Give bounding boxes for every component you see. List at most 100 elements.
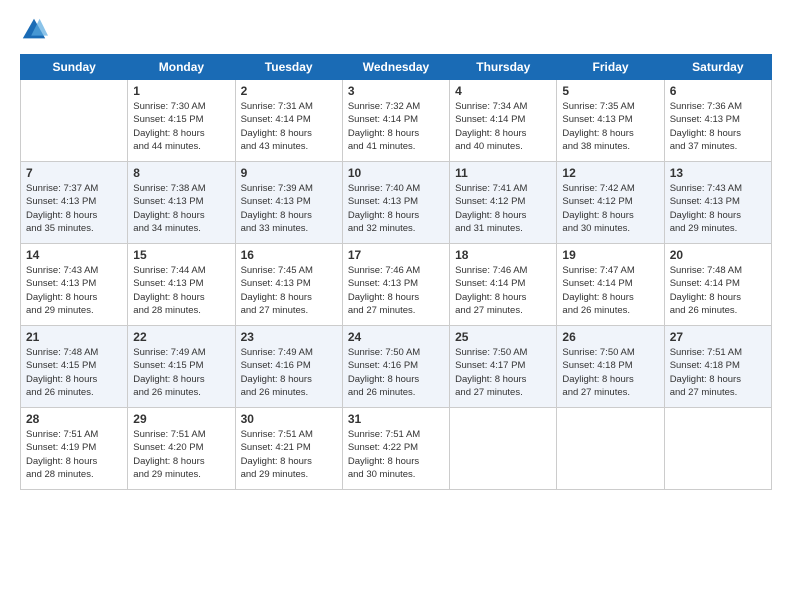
calendar-cell: 8 Sunrise: 7:38 AM Sunset: 4:13 PM Daylig… <box>128 162 235 244</box>
calendar-cell: 29 Sunrise: 7:51 AM Sunset: 4:20 PM Dayli… <box>128 408 235 490</box>
calendar-cell: 30 Sunrise: 7:51 AM Sunset: 4:21 PM Dayli… <box>235 408 342 490</box>
calendar-cell: 20Sunrise: 7:48 AM Sunset: 4:14 PM Dayli… <box>664 244 771 326</box>
calendar-cell <box>557 408 664 490</box>
logo-icon <box>20 16 48 44</box>
day-number: 30 <box>241 412 337 426</box>
day-number: 4 <box>455 84 551 98</box>
day-info: Sunrise: 7:36 AM Sunset: 4:13 PM Dayligh… <box>670 100 766 153</box>
page: SundayMondayTuesdayWednesdayThursdayFrid… <box>0 0 792 612</box>
day-info: Sunrise: 7:38 AM Sunset: 4:13 PM Dayligh… <box>133 182 229 235</box>
calendar-cell: 28 Sunrise: 7:51 AM Sunset: 4:19 PM Dayli… <box>21 408 128 490</box>
calendar-cell: 3 Sunrise: 7:32 AM Sunset: 4:14 PM Daylig… <box>342 80 449 162</box>
calendar-cell: 2 Sunrise: 7:31 AM Sunset: 4:14 PM Daylig… <box>235 80 342 162</box>
day-number: 17 <box>348 248 444 262</box>
calendar-cell <box>21 80 128 162</box>
day-number: 21 <box>26 330 122 344</box>
calendar-week-row: 7 Sunrise: 7:37 AM Sunset: 4:13 PM Daylig… <box>21 162 772 244</box>
day-info: Sunrise: 7:43 AM Sunset: 4:13 PM Dayligh… <box>26 264 122 317</box>
calendar-table: SundayMondayTuesdayWednesdayThursdayFrid… <box>20 54 772 490</box>
day-info: Sunrise: 7:49 AM Sunset: 4:15 PM Dayligh… <box>133 346 229 399</box>
day-info: Sunrise: 7:46 AM Sunset: 4:14 PM Dayligh… <box>455 264 551 317</box>
day-info: Sunrise: 7:44 AM Sunset: 4:13 PM Dayligh… <box>133 264 229 317</box>
weekday-header-tuesday: Tuesday <box>235 55 342 80</box>
day-number: 24 <box>348 330 444 344</box>
day-number: 5 <box>562 84 658 98</box>
weekday-header-monday: Monday <box>128 55 235 80</box>
day-number: 29 <box>133 412 229 426</box>
day-number: 9 <box>241 166 337 180</box>
calendar-cell: 19 Sunrise: 7:47 AM Sunset: 4:14 PM Dayli… <box>557 244 664 326</box>
day-number: 2 <box>241 84 337 98</box>
weekday-header-sunday: Sunday <box>21 55 128 80</box>
day-number: 27 <box>670 330 766 344</box>
day-info: Sunrise: 7:50 AM Sunset: 4:16 PM Dayligh… <box>348 346 444 399</box>
day-info: Sunrise: 7:40 AM Sunset: 4:13 PM Dayligh… <box>348 182 444 235</box>
calendar-cell: 21Sunrise: 7:48 AM Sunset: 4:15 PM Dayli… <box>21 326 128 408</box>
calendar-cell: 18 Sunrise: 7:46 AM Sunset: 4:14 PM Dayli… <box>450 244 557 326</box>
calendar-cell: 25 Sunrise: 7:50 AM Sunset: 4:17 PM Dayli… <box>450 326 557 408</box>
day-info: Sunrise: 7:50 AM Sunset: 4:17 PM Dayligh… <box>455 346 551 399</box>
calendar-cell: 5 Sunrise: 7:35 AM Sunset: 4:13 PM Daylig… <box>557 80 664 162</box>
day-info: Sunrise: 7:41 AM Sunset: 4:12 PM Dayligh… <box>455 182 551 235</box>
calendar-cell: 11 Sunrise: 7:41 AM Sunset: 4:12 PM Dayli… <box>450 162 557 244</box>
day-info: Sunrise: 7:51 AM Sunset: 4:21 PM Dayligh… <box>241 428 337 481</box>
calendar-cell: 14 Sunrise: 7:43 AM Sunset: 4:13 PM Dayli… <box>21 244 128 326</box>
day-info: Sunrise: 7:43 AM Sunset: 4:13 PM Dayligh… <box>670 182 766 235</box>
calendar-cell: 24 Sunrise: 7:50 AM Sunset: 4:16 PM Dayli… <box>342 326 449 408</box>
day-number: 8 <box>133 166 229 180</box>
day-number: 23 <box>241 330 337 344</box>
day-number: 15 <box>133 248 229 262</box>
day-number: 7 <box>26 166 122 180</box>
day-info: Sunrise: 7:30 AM Sunset: 4:15 PM Dayligh… <box>133 100 229 153</box>
calendar-cell: 9Sunrise: 7:39 AM Sunset: 4:13 PM Daylig… <box>235 162 342 244</box>
calendar-cell: 10 Sunrise: 7:40 AM Sunset: 4:13 PM Dayli… <box>342 162 449 244</box>
day-number: 18 <box>455 248 551 262</box>
day-info: Sunrise: 7:42 AM Sunset: 4:12 PM Dayligh… <box>562 182 658 235</box>
day-info: Sunrise: 7:51 AM Sunset: 4:20 PM Dayligh… <box>133 428 229 481</box>
day-info: Sunrise: 7:47 AM Sunset: 4:14 PM Dayligh… <box>562 264 658 317</box>
calendar-cell: 7 Sunrise: 7:37 AM Sunset: 4:13 PM Daylig… <box>21 162 128 244</box>
day-number: 22 <box>133 330 229 344</box>
day-number: 12 <box>562 166 658 180</box>
day-info: Sunrise: 7:37 AM Sunset: 4:13 PM Dayligh… <box>26 182 122 235</box>
weekday-header-wednesday: Wednesday <box>342 55 449 80</box>
day-info: Sunrise: 7:35 AM Sunset: 4:13 PM Dayligh… <box>562 100 658 153</box>
calendar-cell: 1Sunrise: 7:30 AM Sunset: 4:15 PM Daylig… <box>128 80 235 162</box>
weekday-header-friday: Friday <box>557 55 664 80</box>
day-number: 6 <box>670 84 766 98</box>
day-info: Sunrise: 7:45 AM Sunset: 4:13 PM Dayligh… <box>241 264 337 317</box>
day-info: Sunrise: 7:51 AM Sunset: 4:22 PM Dayligh… <box>348 428 444 481</box>
weekday-header-thursday: Thursday <box>450 55 557 80</box>
day-number: 14 <box>26 248 122 262</box>
day-number: 11 <box>455 166 551 180</box>
day-number: 19 <box>562 248 658 262</box>
calendar-week-row: 28 Sunrise: 7:51 AM Sunset: 4:19 PM Dayli… <box>21 408 772 490</box>
day-number: 20 <box>670 248 766 262</box>
calendar-cell <box>664 408 771 490</box>
day-info: Sunrise: 7:32 AM Sunset: 4:14 PM Dayligh… <box>348 100 444 153</box>
calendar-cell: 22 Sunrise: 7:49 AM Sunset: 4:15 PM Dayli… <box>128 326 235 408</box>
day-number: 26 <box>562 330 658 344</box>
calendar-cell: 16 Sunrise: 7:45 AM Sunset: 4:13 PM Dayli… <box>235 244 342 326</box>
calendar-cell: 17 Sunrise: 7:46 AM Sunset: 4:13 PM Dayli… <box>342 244 449 326</box>
calendar-week-row: 14 Sunrise: 7:43 AM Sunset: 4:13 PM Dayli… <box>21 244 772 326</box>
day-number: 16 <box>241 248 337 262</box>
day-info: Sunrise: 7:51 AM Sunset: 4:19 PM Dayligh… <box>26 428 122 481</box>
calendar-cell: 31 Sunrise: 7:51 AM Sunset: 4:22 PM Dayli… <box>342 408 449 490</box>
day-number: 31 <box>348 412 444 426</box>
day-number: 25 <box>455 330 551 344</box>
day-info: Sunrise: 7:34 AM Sunset: 4:14 PM Dayligh… <box>455 100 551 153</box>
calendar-week-row: 21Sunrise: 7:48 AM Sunset: 4:15 PM Dayli… <box>21 326 772 408</box>
calendar-cell: 4 Sunrise: 7:34 AM Sunset: 4:14 PM Daylig… <box>450 80 557 162</box>
day-info: Sunrise: 7:31 AM Sunset: 4:14 PM Dayligh… <box>241 100 337 153</box>
day-number: 3 <box>348 84 444 98</box>
day-info: Sunrise: 7:51 AM Sunset: 4:18 PM Dayligh… <box>670 346 766 399</box>
day-info: Sunrise: 7:46 AM Sunset: 4:13 PM Dayligh… <box>348 264 444 317</box>
calendar-cell: 6 Sunrise: 7:36 AM Sunset: 4:13 PM Daylig… <box>664 80 771 162</box>
weekday-header-row: SundayMondayTuesdayWednesdayThursdayFrid… <box>21 55 772 80</box>
calendar-cell: 12 Sunrise: 7:42 AM Sunset: 4:12 PM Dayli… <box>557 162 664 244</box>
logo <box>20 16 52 44</box>
day-number: 28 <box>26 412 122 426</box>
calendar-cell: 23Sunrise: 7:49 AM Sunset: 4:16 PM Dayli… <box>235 326 342 408</box>
day-number: 10 <box>348 166 444 180</box>
